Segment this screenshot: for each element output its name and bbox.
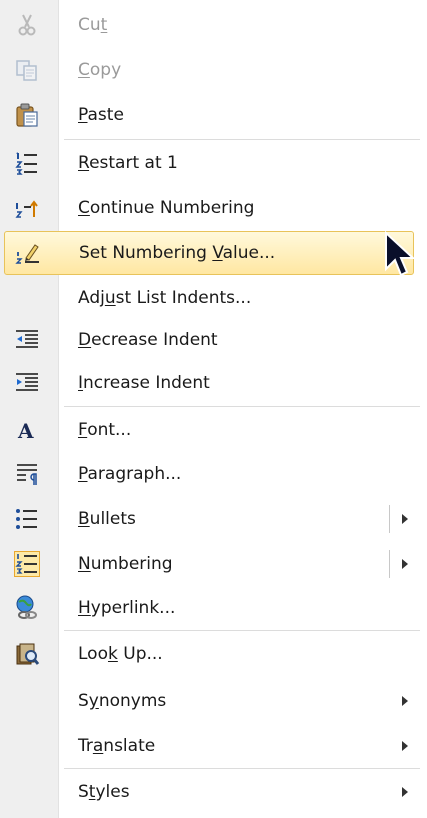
menu-item-look-up[interactable]: Look Up... — [0, 632, 420, 676]
menu-item-decrease-indent[interactable]: Decrease Indent — [0, 318, 420, 362]
menu-item-label: Decrease Indent — [78, 330, 218, 350]
split-button-divider — [389, 505, 390, 533]
menu-item-bullets[interactable]: Bullets — [0, 497, 420, 541]
menu-item-label: Hyperlink... — [78, 598, 176, 618]
menu-item-label: Cut — [78, 15, 108, 35]
submenu-arrow-icon — [402, 696, 408, 706]
menu-item-increase-indent[interactable]: Increase Indent — [0, 361, 420, 405]
menu-item-label: Look Up... — [78, 644, 163, 664]
menu-separator — [64, 630, 420, 631]
menu-item-adjust-list-indents[interactable]: Adjust List Indents... — [0, 276, 420, 320]
menu-item-label: Synonyms — [78, 691, 167, 711]
menu-item-hyperlink[interactable]: Hyperlink... — [0, 586, 420, 630]
cut-icon — [18, 14, 36, 36]
menu-separator — [64, 139, 420, 140]
menu-item-copy[interactable]: Copy — [0, 48, 420, 92]
font-icon: A — [17, 419, 34, 443]
menu-item-label: Adjust List Indents... — [78, 288, 252, 308]
numbering-icon — [14, 551, 40, 577]
menu-item-label: Copy — [78, 60, 122, 80]
decrease-indent-icon — [16, 330, 38, 348]
paste-icon — [16, 103, 38, 127]
menu-item-label: Translate — [78, 736, 156, 756]
menu-item-label: Set Numbering Value... — [79, 243, 276, 263]
menu-item-continue-numbering[interactable]: Continue Numbering — [0, 186, 420, 230]
context-menu: Cut Copy Paste Restart at 1 Continue Num… — [0, 0, 427, 818]
menu-item-label: Restart at 1 — [78, 153, 178, 173]
submenu-arrow-icon[interactable] — [402, 559, 408, 569]
menu-item-font[interactable]: A Font... — [0, 408, 420, 452]
increase-indent-icon — [16, 373, 38, 391]
menu-item-numbering[interactable]: Numbering — [0, 542, 420, 586]
mouse-pointer-icon — [385, 231, 416, 277]
menu-item-label: Numbering — [78, 554, 173, 574]
menu-item-restart-at-1[interactable]: Restart at 1 — [0, 141, 420, 185]
restart-numbering-icon — [15, 152, 37, 175]
set-numbering-value-icon — [15, 244, 39, 264]
menu-item-label: Bullets — [78, 509, 136, 529]
menu-item-label: Continue Numbering — [78, 198, 255, 218]
copy-icon — [16, 60, 37, 81]
menu-item-cut[interactable]: Cut — [0, 3, 420, 47]
bullets-icon — [16, 509, 37, 529]
look-up-icon — [16, 643, 40, 665]
hyperlink-icon — [16, 595, 37, 619]
menu-item-label: Increase Indent — [78, 373, 210, 393]
split-button-divider — [389, 550, 390, 578]
menu-separator — [64, 768, 420, 769]
submenu-arrow-icon[interactable] — [402, 514, 408, 524]
menu-item-paste[interactable]: Paste — [0, 93, 420, 137]
menu-item-paragraph[interactable]: Paragraph... — [0, 452, 420, 496]
submenu-arrow-icon — [402, 787, 408, 797]
paragraph-icon — [17, 464, 37, 485]
menu-item-styles[interactable]: Styles — [0, 770, 420, 814]
menu-item-synonyms[interactable]: Synonyms — [0, 679, 420, 723]
menu-item-label: Styles — [78, 782, 130, 802]
menu-item-label: Paragraph... — [78, 464, 182, 484]
menu-item-label: Font... — [78, 420, 132, 440]
menu-item-set-numbering-value[interactable]: Set Numbering Value... — [4, 231, 414, 275]
menu-item-translate[interactable]: Translate — [0, 724, 420, 768]
menu-separator — [64, 406, 420, 407]
continue-numbering-icon — [15, 200, 38, 218]
submenu-arrow-icon — [402, 741, 408, 751]
menu-item-label: Paste — [78, 105, 124, 125]
svg-text:A: A — [17, 419, 34, 443]
